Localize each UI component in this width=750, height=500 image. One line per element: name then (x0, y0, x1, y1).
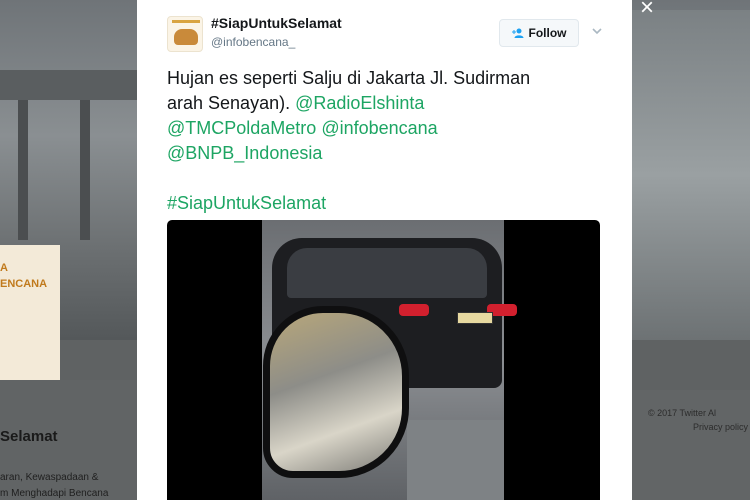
tweet-text-line: arah Senayan). @RadioElshinta (167, 91, 607, 116)
background-profile-card (0, 245, 60, 380)
page: A ENCANA Selamat aran, Kewaspadaan & m M… (0, 0, 750, 500)
background-footer-privacy[interactable]: Privacy policy (693, 422, 748, 432)
tweet-modal: #SiapUntukSelamat @infobencana_ Follow H… (137, 0, 632, 500)
mention-link[interactable]: @TMCPoldaMetro (167, 118, 316, 138)
tweet-text-spacer (167, 166, 607, 191)
tweet-user-handle[interactable]: @infobencana_ (211, 35, 295, 49)
chevron-down-icon[interactable] (592, 26, 602, 36)
background-profile-banner-text: A (0, 262, 8, 274)
video-license-plate (457, 312, 493, 324)
avatar[interactable] (167, 16, 203, 52)
background-profile-name: Selamat (0, 428, 58, 445)
follow-button[interactable]: Follow (499, 19, 579, 47)
background-right-column (632, 390, 750, 500)
background-footer-links[interactable]: © 2017 Twitter Al (648, 408, 716, 418)
tweet-video[interactable] (167, 220, 600, 500)
background-pillar (18, 100, 28, 240)
video-taillight (399, 304, 429, 316)
avatar-logo-bar (172, 20, 200, 23)
background-pillar (80, 100, 90, 240)
tweet-text-line: #SiapUntukSelamat (167, 191, 607, 216)
background-bridge (0, 70, 140, 100)
tweet-text-line: @BNPB_Indonesia (167, 141, 607, 166)
close-icon[interactable]: × (640, 0, 654, 22)
mention-link[interactable]: @RadioElshinta (295, 93, 424, 113)
tweet-text: Hujan es seperti Salju di Jakarta Jl. Su… (167, 66, 607, 216)
tweet-text-line: @TMCPoldaMetro @infobencana (167, 116, 607, 141)
add-user-icon (511, 28, 523, 38)
tweet-text-plain: arah Senayan). (167, 93, 296, 113)
mention-link[interactable]: @infobencana (321, 118, 437, 138)
video-car-window (287, 248, 487, 298)
mention-link[interactable]: @BNPB_Indonesia (167, 143, 322, 163)
video-side-mirror (263, 306, 409, 478)
tweet-user-name[interactable]: #SiapUntukSelamat (211, 15, 342, 31)
hashtag-link[interactable]: #SiapUntukSelamat (167, 193, 326, 213)
background-profile-bio: aran, Kewaspadaan & (0, 472, 99, 483)
follow-button-label: Follow (528, 26, 567, 40)
background-profile-bio: m Menghadapi Bencana (0, 488, 109, 499)
avatar-logo-hands (174, 29, 198, 45)
video-road (407, 420, 504, 500)
tweet-text-line: Hujan es seperti Salju di Jakarta Jl. Su… (167, 68, 531, 88)
background-profile-banner-text: ENCANA (0, 278, 48, 290)
background-right-photo (632, 10, 750, 340)
